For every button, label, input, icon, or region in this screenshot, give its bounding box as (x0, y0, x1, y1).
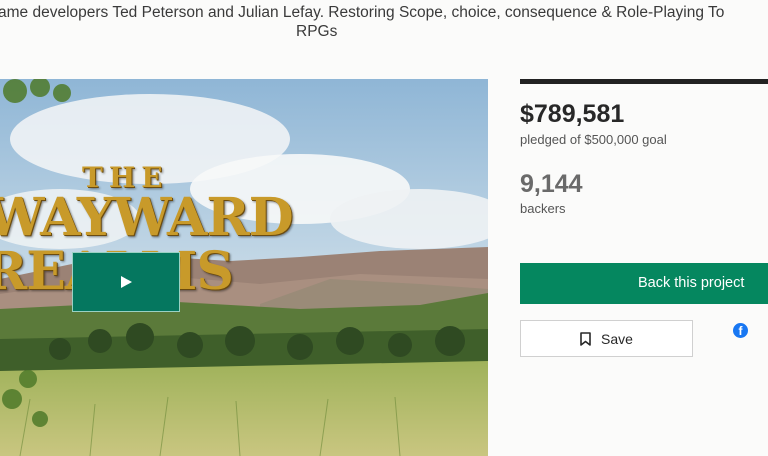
save-button-label: Save (601, 330, 633, 347)
play-video-button[interactable] (72, 252, 180, 312)
play-icon (121, 276, 132, 288)
backers-label: backers (520, 201, 566, 216)
facebook-icon[interactable]: f (733, 323, 748, 338)
logo-word-1: WAYWARD (0, 187, 294, 248)
project-video[interactable]: THE WAYWARD REALMS (0, 79, 488, 456)
back-this-project-button[interactable]: Back this project (520, 263, 768, 304)
blurb-line-1: ame developers Ted Peterson and Julian L… (0, 4, 725, 21)
backers-count: 9,144 (520, 170, 583, 198)
pledged-goal-label: pledged of $500,000 goal (520, 132, 667, 147)
blurb-line-2: RPGs (296, 23, 338, 40)
pledged-amount: $789,581 (520, 100, 625, 128)
bookmark-icon (580, 331, 591, 346)
funding-progress-bar (520, 79, 768, 84)
save-button[interactable]: Save (520, 320, 693, 357)
